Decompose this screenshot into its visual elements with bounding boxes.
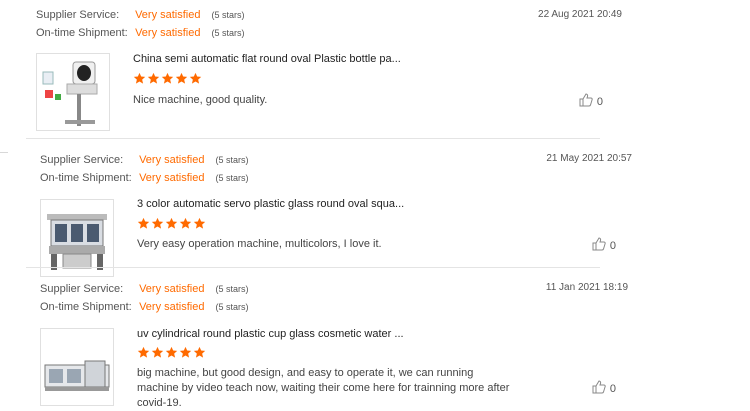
star-icon (137, 346, 150, 358)
supplier-service-label: Supplier Service: (40, 154, 124, 166)
product-thumbnail[interactable] (40, 328, 114, 406)
ontime-shipment-stars: (5 stars) (211, 28, 245, 38)
star-icon (193, 217, 206, 229)
thumbs-up-icon (592, 237, 606, 254)
ontime-shipment-stars: (5 stars) (215, 173, 249, 183)
star-icon (147, 72, 160, 84)
like-button[interactable]: 0 (592, 380, 616, 397)
like-count: 0 (609, 239, 616, 252)
supplier-service-row: Supplier Service: Very satisfied (5 star… (40, 281, 249, 297)
product-title-link[interactable]: China semi automatic flat round oval Pla… (133, 53, 401, 65)
star-icon (179, 346, 192, 358)
ontime-shipment-rating: Very satisfied (135, 27, 201, 39)
ontime-shipment-rating: Very satisfied (139, 301, 205, 313)
review-stars (137, 217, 207, 233)
star-icon (189, 72, 202, 84)
like-count: 0 (596, 95, 603, 108)
star-icon (151, 217, 164, 229)
ontime-shipment-label: On-time Shipment: (36, 27, 128, 39)
star-icon (137, 217, 150, 229)
like-button[interactable]: 0 (592, 237, 616, 254)
star-icon (165, 217, 178, 229)
star-icon (161, 72, 174, 84)
thumbs-up-icon (592, 380, 606, 397)
review-stars (133, 72, 203, 88)
supplier-service-label: Supplier Service: (40, 283, 124, 295)
ontime-shipment-row: On-time Shipment: Very satisfied (5 star… (40, 170, 249, 186)
supplier-service-row: Supplier Service: Very satisfied (5 star… (36, 7, 245, 23)
star-icon (179, 217, 192, 229)
ontime-shipment-label: On-time Shipment: (40, 301, 132, 313)
ontime-shipment-stars: (5 stars) (215, 302, 249, 312)
review-item: Supplier Service: Very satisfied (5 star… (34, 145, 632, 277)
divider (26, 138, 600, 139)
ontime-shipment-row: On-time Shipment: Very satisfied (5 star… (36, 25, 245, 41)
like-button[interactable]: 0 (579, 93, 603, 110)
star-icon (165, 346, 178, 358)
supplier-service-rating: Very satisfied (139, 154, 205, 166)
review-item: Supplier Service: Very satisfied (5 star… (30, 0, 622, 138)
review-date: 11 Jan 2021 18:19 (545, 282, 628, 293)
supplier-service-label: Supplier Service: (36, 9, 120, 21)
star-icon (175, 72, 188, 84)
review-date: 21 May 2021 20:57 (546, 153, 632, 164)
supplier-service-stars: (5 stars) (211, 10, 245, 20)
review-comment: big machine, but good design, and easy t… (137, 367, 510, 409)
review-comment: Very easy operation machine, multicolors… (137, 238, 382, 250)
product-thumbnail[interactable] (40, 199, 114, 277)
star-icon (133, 72, 146, 84)
like-count: 0 (609, 382, 616, 395)
product-title-link[interactable]: 3 color automatic servo plastic glass ro… (137, 198, 404, 210)
review-comment: Nice machine, good quality. (133, 94, 268, 106)
ontime-shipment-label: On-time Shipment: (40, 172, 132, 184)
product-thumbnail[interactable] (36, 53, 110, 131)
review-date: 22 Aug 2021 20:49 (538, 9, 622, 20)
review-stars (137, 346, 207, 362)
divider (26, 267, 600, 268)
product-title-link[interactable]: uv cylindrical round plastic cup glass c… (137, 328, 404, 340)
supplier-service-rating: Very satisfied (135, 9, 201, 21)
supplier-service-rating: Very satisfied (139, 283, 205, 295)
supplier-service-row: Supplier Service: Very satisfied (5 star… (40, 152, 249, 168)
ontime-shipment-row: On-time Shipment: Very satisfied (5 star… (40, 299, 249, 315)
product-image (42, 61, 98, 126)
review-item: Supplier Service: Very satisfied (5 star… (34, 274, 628, 409)
thumbs-up-icon (579, 93, 593, 110)
divider (0, 152, 8, 153)
star-icon (151, 346, 164, 358)
product-image (44, 360, 110, 391)
supplier-service-stars: (5 stars) (215, 155, 249, 165)
ontime-shipment-rating: Very satisfied (139, 172, 205, 184)
star-icon (193, 346, 206, 358)
supplier-service-stars: (5 stars) (215, 284, 249, 294)
product-image (47, 214, 107, 270)
